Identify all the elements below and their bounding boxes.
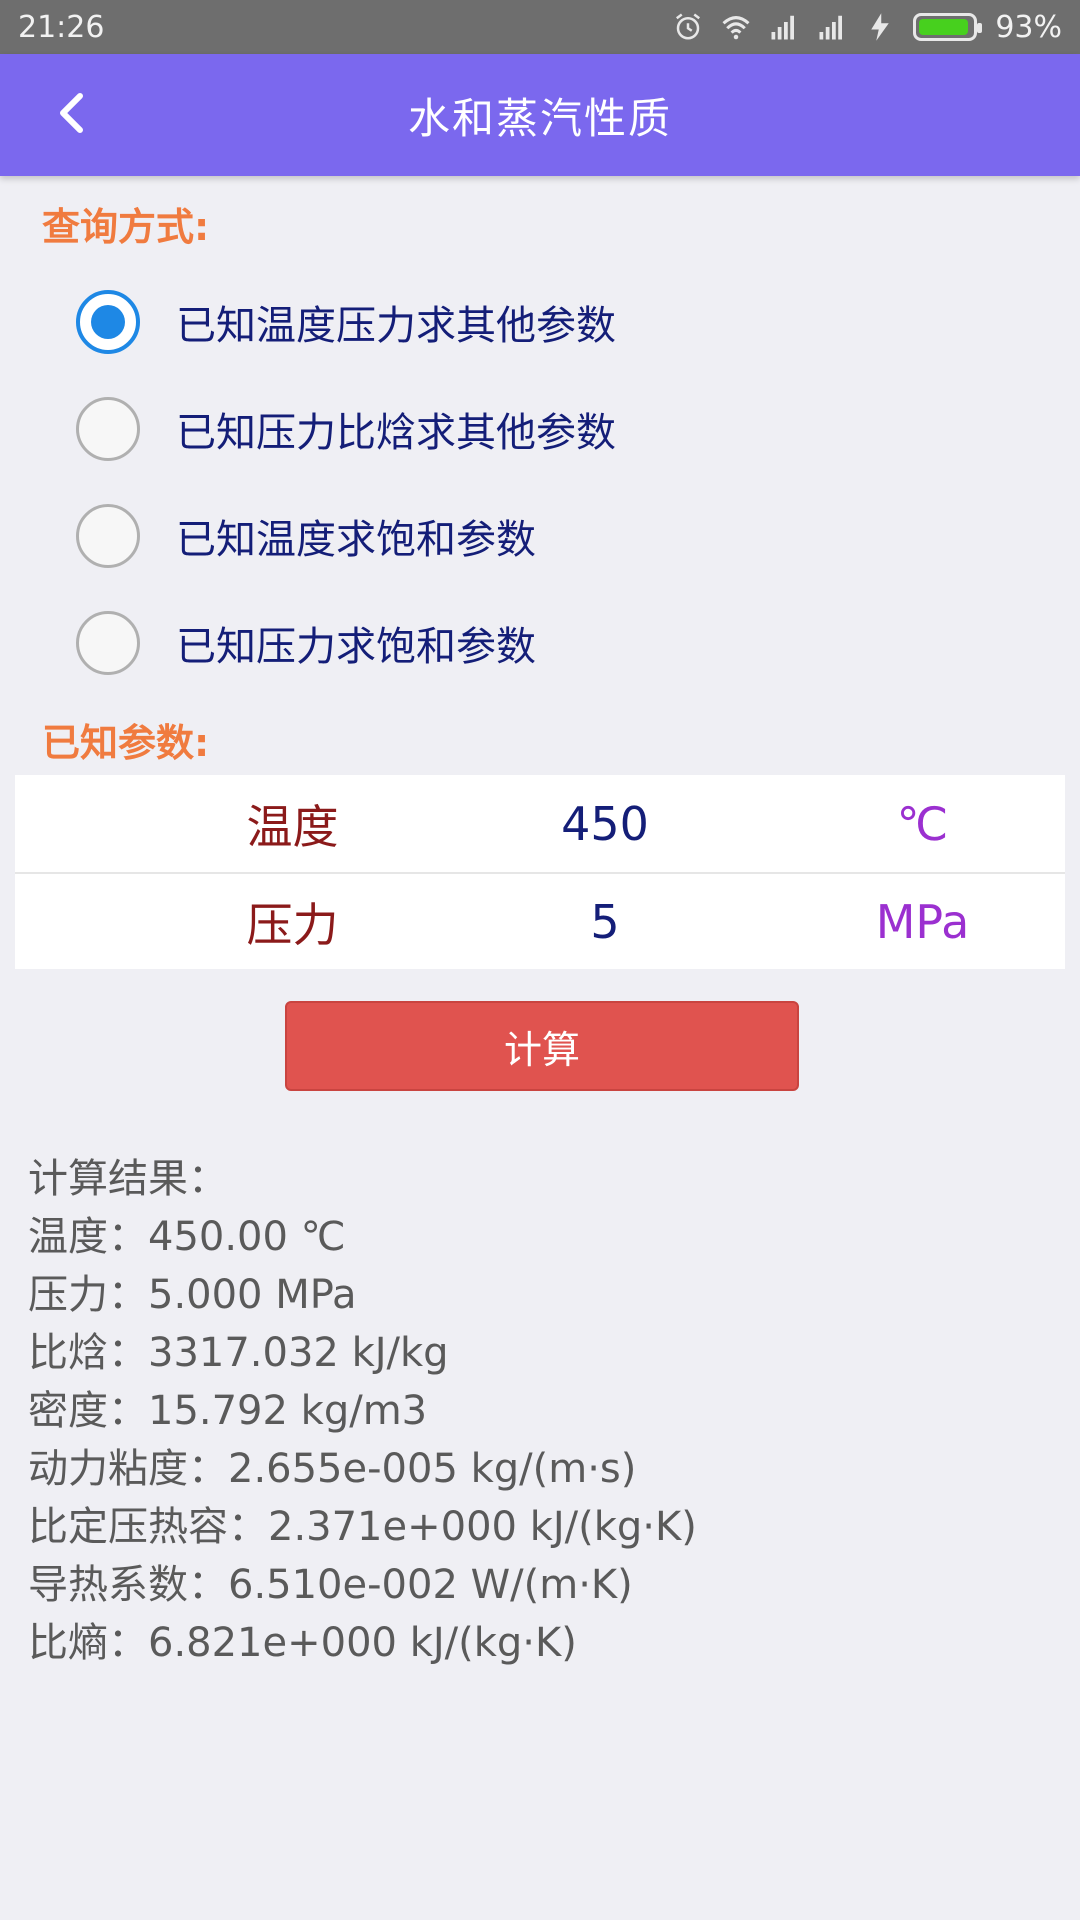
param-name: 温度	[246, 799, 339, 854]
radio-button[interactable]	[76, 503, 140, 568]
known-params-label: 已知参数:	[42, 721, 210, 765]
pressure-input[interactable]: 5	[430, 895, 780, 949]
radio-option-pressure-enthalpy[interactable]: 已知压力比焓求其他参数	[0, 375, 1080, 482]
result-line: 比定压热容：2.371e+000 kJ/(kg·K)	[28, 1504, 697, 1550]
query-mode-label: 查询方式:	[42, 205, 210, 249]
param-row-temperature: 温度 450 ℃	[15, 775, 1065, 872]
result-line: 导热系数：6.510e-002 W/(m·K)	[28, 1562, 633, 1608]
result-line: 计算结果：	[28, 1156, 228, 1202]
result-line: 比熵：6.821e+000 kJ/(kg·K)	[28, 1620, 577, 1666]
status-time: 21:26	[18, 9, 105, 45]
signal-icon	[771, 15, 795, 40]
radio-label: 已知压力求饱和参数	[176, 623, 536, 670]
param-name: 压力	[246, 897, 339, 952]
signal-icon-2	[819, 15, 843, 40]
radio-option-pressure-saturation[interactable]: 已知压力求饱和参数	[0, 589, 1080, 696]
param-row-pressure: 压力 5 MPa	[15, 872, 1065, 969]
result-line: 动力粘度：2.655e-005 kg/(m·s)	[28, 1446, 637, 1492]
status-bar: 21:26 93%	[0, 0, 1080, 54]
back-button[interactable]	[36, 78, 106, 148]
result-line: 压力：5.000 MPa	[28, 1272, 357, 1318]
param-unit: MPa	[875, 894, 970, 949]
result-line: 密度：15.792 kg/m3	[28, 1388, 428, 1434]
battery-level	[919, 19, 968, 35]
radio-option-temp-saturation[interactable]: 已知温度求饱和参数	[0, 482, 1080, 589]
radio-label: 已知压力比焓求其他参数	[176, 409, 616, 456]
battery-icon	[913, 13, 983, 41]
temperature-input[interactable]: 450	[430, 797, 780, 851]
radio-label: 已知温度求饱和参数	[176, 516, 536, 563]
radio-button[interactable]	[76, 396, 140, 461]
radio-button[interactable]	[76, 289, 140, 354]
wifi-icon	[722, 16, 750, 40]
charging-icon	[871, 13, 890, 41]
page-title: 水和蒸汽性质	[407, 93, 672, 143]
radio-option-temp-pressure[interactable]: 已知温度压力求其他参数	[0, 268, 1080, 375]
radio-button[interactable]	[76, 610, 140, 675]
result-line: 比焓：3317.032 kJ/kg	[28, 1330, 449, 1376]
result-line: 温度：450.00 ℃	[28, 1214, 346, 1260]
chevron-left-icon	[60, 93, 83, 133]
query-mode-options: 已知温度压力求其他参数 已知压力比焓求其他参数 已知温度求饱和参数 已知压力求饱…	[0, 268, 1080, 696]
battery-percent: 93%	[995, 9, 1062, 45]
radio-selected-dot	[91, 304, 125, 339]
calculation-results: 计算结果： 温度：450.00 ℃ 压力：5.000 MPa 比焓：3317.0…	[28, 1150, 697, 1672]
status-icons: 93%	[673, 10, 1062, 45]
alarm-icon	[676, 13, 701, 40]
param-unit: ℃	[896, 796, 949, 851]
radio-label: 已知温度压力求其他参数	[176, 302, 616, 349]
calculate-button[interactable]: 计算	[285, 1001, 799, 1091]
app-bar: 水和蒸汽性质	[0, 54, 1080, 176]
param-table: 温度 450 ℃ 压力 5 MPa	[15, 775, 1065, 969]
